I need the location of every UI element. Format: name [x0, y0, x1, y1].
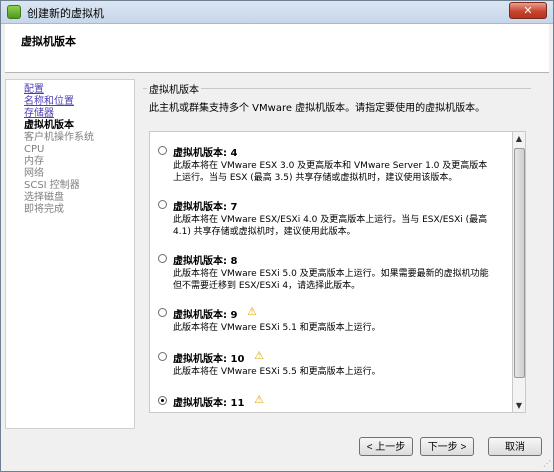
wizard-steps-nav: 配置 名称和位置 存储器 虚拟机版本 客户机操作系统 CPU 内存 网络 SCS… — [5, 79, 135, 429]
option-description: 此版本将在 VMware ESXi 5.5 和更高版本上运行。 — [173, 367, 381, 377]
step-storage[interactable]: 存储器 — [24, 108, 54, 120]
version-options-list: 虚拟机版本: 4 此版本将在 VMware ESX 3.0 及更高版本和 VMw… — [149, 131, 513, 413]
option-description: 此版本将在 VMware ESXi 5.0 及更高版本上运行。如果需要最新的虚拟… — [173, 269, 489, 291]
step-name-location[interactable]: 名称和位置 — [24, 96, 74, 108]
step-cpu: CPU — [24, 144, 45, 155]
option-label: 虚拟机版本: 9 — [173, 310, 238, 321]
step-guest-os: 客户机操作系统 — [24, 132, 94, 143]
option-label: 虚拟机版本: 10 — [173, 354, 245, 365]
resize-grip-icon[interactable]: ⋰ — [541, 459, 551, 469]
step-ready-to-complete: 即将完成 — [24, 204, 64, 215]
step-select-disk: 选择磁盘 — [24, 192, 64, 203]
radio-version-11[interactable] — [158, 396, 167, 405]
option-label: 虚拟机版本: 4 — [173, 148, 238, 159]
next-button[interactable]: 下一步 > — [420, 437, 474, 456]
title-bar[interactable]: 创建新的虚拟机 ✕ — [1, 1, 553, 24]
radio-version-8[interactable] — [158, 254, 167, 263]
option-label: 虚拟机版本: 8 — [173, 256, 238, 267]
close-button[interactable]: ✕ — [509, 2, 547, 19]
radio-version-9[interactable] — [158, 308, 167, 317]
step-network: 网络 — [24, 168, 44, 179]
wizard-footer: < 上一步 下一步 > 取消 ⋰ — [1, 427, 553, 471]
option-label: 虚拟机版本: 11 — [173, 398, 245, 409]
group-divider — [143, 88, 531, 89]
back-button[interactable]: < 上一步 — [359, 437, 413, 456]
option-label: 虚拟机版本: 7 — [173, 202, 238, 213]
warning-icon: ⚠ — [254, 393, 264, 406]
options-scrollbar[interactable]: ▲ ▼ — [512, 131, 526, 413]
step-memory: 内存 — [24, 156, 44, 167]
radio-version-10[interactable] — [158, 352, 167, 361]
group-description: 此主机或群集支持多个 VMware 虚拟机版本。请指定要使用的虚拟机版本。 — [149, 103, 486, 114]
radio-version-4[interactable] — [158, 146, 167, 155]
warning-icon: ⚠ — [254, 349, 264, 362]
scroll-down-arrow-icon[interactable]: ▼ — [513, 399, 525, 412]
radio-version-7[interactable] — [158, 200, 167, 209]
main-panel: 虚拟机版本 此主机或群集支持多个 VMware 虚拟机版本。请指定要使用的虚拟机… — [139, 79, 533, 425]
scrollbar-thumb[interactable] — [514, 148, 525, 378]
group-title: 虚拟机版本 — [147, 81, 201, 96]
step-configuration[interactable]: 配置 — [24, 84, 44, 96]
step-scsi-controller: SCSI 控制器 — [24, 180, 80, 191]
page-title: 虚拟机版本 — [21, 35, 76, 48]
window-title: 创建新的虚拟机 — [27, 7, 104, 20]
step-vm-version: 虚拟机版本 — [24, 120, 74, 131]
wizard-window: 创建新的虚拟机 ✕ 虚拟机版本 配置 名称和位置 存储器 虚拟机版本 客户机操作… — [0, 0, 554, 472]
scroll-up-arrow-icon[interactable]: ▲ — [513, 132, 525, 145]
cancel-button[interactable]: 取消 — [488, 437, 542, 456]
option-description: 此版本将在 VMware ESX/ESXi 4.0 及更高版本上运行。当与 ES… — [173, 215, 488, 237]
warning-icon: ⚠ — [247, 305, 257, 318]
option-description: 此版本将在 VMware ESXi 5.1 和更高版本上运行。 — [173, 323, 381, 333]
vm-app-icon — [7, 5, 21, 19]
wizard-header: 虚拟机版本 — [5, 24, 549, 73]
option-description: 此版本将在 VMware ESX 3.0 及更高版本和 VMware Serve… — [173, 161, 488, 183]
